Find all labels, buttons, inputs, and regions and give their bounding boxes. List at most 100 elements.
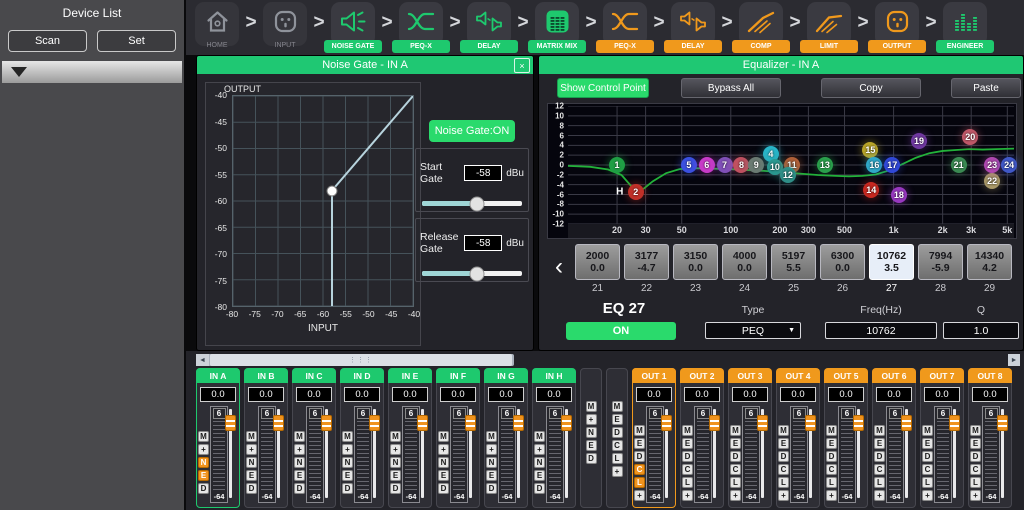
- channel-button-plus[interactable]: +: [438, 444, 449, 455]
- channel-button-m[interactable]: M: [438, 431, 449, 442]
- eq-control-point-24[interactable]: 24: [1001, 157, 1017, 173]
- channel-button-n[interactable]: N: [438, 457, 449, 468]
- close-icon[interactable]: ×: [514, 58, 530, 73]
- channel-button-e[interactable]: E: [198, 470, 209, 481]
- channel-button-m[interactable]: M: [586, 401, 597, 412]
- fader-handle[interactable]: [661, 415, 672, 431]
- channel-button-n[interactable]: N: [486, 457, 497, 468]
- fader-handle[interactable]: [757, 415, 768, 431]
- start-gate-value[interactable]: -58: [464, 165, 502, 181]
- slider-handle[interactable]: [470, 196, 485, 211]
- eq-control-point-2[interactable]: 2: [628, 184, 644, 200]
- channel-button-m[interactable]: M: [874, 425, 885, 436]
- eq-band-cell-28[interactable]: 7994-5.9: [918, 244, 963, 280]
- channel-button-plus[interactable]: +: [634, 490, 645, 501]
- device-dropdown[interactable]: [2, 61, 182, 83]
- eq-band-cell-29[interactable]: 143404.2: [967, 244, 1012, 280]
- eq-band-cell-24[interactable]: 40000.0: [722, 244, 767, 280]
- gain-value[interactable]: 0.0: [780, 387, 816, 402]
- channel-strip-in-d[interactable]: IN D0.0M+NED6-64: [340, 368, 384, 508]
- channel-button-plus[interactable]: +: [874, 490, 885, 501]
- channel-strip-in-f[interactable]: IN F0.0M+NED6-64: [436, 368, 480, 508]
- fader-handle[interactable]: [321, 415, 332, 431]
- channel-button-c[interactable]: C: [682, 464, 693, 475]
- channel-button-plus[interactable]: +: [198, 444, 209, 455]
- gate-threshold-handle[interactable]: [327, 185, 338, 196]
- channel-button-plus[interactable]: +: [246, 444, 257, 455]
- channel-button-d[interactable]: D: [682, 451, 693, 462]
- copy-button[interactable]: Copy: [821, 78, 921, 98]
- gain-value[interactable]: 0.0: [200, 387, 236, 402]
- channel-button-d[interactable]: D: [198, 483, 209, 494]
- gain-value[interactable]: 0.0: [876, 387, 912, 402]
- channel-label[interactable]: IN C: [292, 368, 336, 383]
- release-gate-slider[interactable]: [422, 271, 522, 276]
- channel-label[interactable]: IN B: [244, 368, 288, 383]
- channel-button-e[interactable]: E: [612, 414, 623, 425]
- freq-input[interactable]: 10762: [825, 322, 937, 339]
- gain-value[interactable]: 0.0: [972, 387, 1008, 402]
- eq-control-point-8[interactable]: 8: [733, 157, 749, 173]
- eq-band-cell-27[interactable]: 107623.5: [869, 244, 914, 280]
- scroll-right-icon[interactable]: ►: [1008, 354, 1020, 366]
- toolbar-item-limit[interactable]: LIMIT: [806, 0, 852, 55]
- channel-button-e[interactable]: E: [874, 438, 885, 449]
- eq-band-cell-25[interactable]: 51975.5: [771, 244, 816, 280]
- channel-button-m[interactable]: M: [778, 425, 789, 436]
- channel-button-d[interactable]: D: [390, 483, 401, 494]
- eq-control-point-16[interactable]: 16: [866, 157, 882, 173]
- channel-button-e[interactable]: E: [486, 470, 497, 481]
- channel-button-e[interactable]: E: [390, 470, 401, 481]
- channel-button-d[interactable]: D: [778, 451, 789, 462]
- channel-button-plus[interactable]: +: [586, 414, 597, 425]
- eq-control-point-15[interactable]: 15: [862, 142, 878, 158]
- channel-strip-in-b[interactable]: IN B0.0M+NED6-64: [244, 368, 288, 508]
- channel-strip-out-7[interactable]: OUT 70.0MEDCL+6-64: [920, 368, 964, 508]
- channel-button-plus[interactable]: +: [730, 490, 741, 501]
- channel-button-d[interactable]: D: [634, 451, 645, 462]
- channel-button-l[interactable]: L: [682, 477, 693, 488]
- show-control-point-button[interactable]: Show Control Point: [557, 78, 649, 98]
- toolbar-item-comp[interactable]: COMP: [738, 0, 784, 55]
- channel-button-l[interactable]: L: [730, 477, 741, 488]
- channel-button-c[interactable]: C: [778, 464, 789, 475]
- channel-button-d[interactable]: D: [874, 451, 885, 462]
- channel-strip-in-h[interactable]: IN H0.0M+NED6-64: [532, 368, 576, 508]
- channel-button-m[interactable]: M: [198, 431, 209, 442]
- channel-button-c[interactable]: C: [730, 464, 741, 475]
- channel-strip-in-e[interactable]: IN E0.0M+NED6-64: [388, 368, 432, 508]
- channel-button-n[interactable]: N: [342, 457, 353, 468]
- channel-button-e[interactable]: E: [730, 438, 741, 449]
- channel-button-l[interactable]: L: [874, 477, 885, 488]
- eq-control-point-20[interactable]: 20: [962, 129, 978, 145]
- fader-handle[interactable]: [417, 415, 428, 431]
- channel-button-e[interactable]: E: [682, 438, 693, 449]
- eq-control-point-23[interactable]: 23: [984, 157, 1000, 173]
- fader-handle[interactable]: [997, 415, 1008, 431]
- channel-strip-out-1[interactable]: OUT 10.0MEDCL+6-64: [632, 368, 676, 508]
- gain-value[interactable]: 0.0: [536, 387, 572, 402]
- channel-label[interactable]: OUT 5: [824, 368, 868, 383]
- bands-prev-button[interactable]: ‹: [549, 248, 569, 286]
- toolbar-item-home[interactable]: HOME: [194, 0, 240, 55]
- channel-button-m[interactable]: M: [246, 431, 257, 442]
- channel-button-plus[interactable]: +: [826, 490, 837, 501]
- channel-strip-in-c[interactable]: IN C0.0M+NED6-64: [292, 368, 336, 508]
- channel-strip-in-g[interactable]: IN G0.0M+NED6-64: [484, 368, 528, 508]
- channel-label[interactable]: OUT 8: [968, 368, 1012, 383]
- channel-label[interactable]: OUT 7: [920, 368, 964, 383]
- channel-button-c[interactable]: C: [922, 464, 933, 475]
- channel-button-m[interactable]: M: [730, 425, 741, 436]
- set-button[interactable]: Set: [97, 30, 176, 52]
- channel-label[interactable]: OUT 1: [632, 368, 676, 383]
- channel-button-m[interactable]: M: [682, 425, 693, 436]
- channel-button-e[interactable]: E: [342, 470, 353, 481]
- channel-button-e[interactable]: E: [922, 438, 933, 449]
- noise-gate-on-button[interactable]: Noise Gate:ON: [429, 120, 515, 142]
- channel-button-l[interactable]: L: [612, 453, 623, 464]
- fader-handle[interactable]: [561, 415, 572, 431]
- channel-button-plus[interactable]: +: [294, 444, 305, 455]
- channel-button-e[interactable]: E: [294, 470, 305, 481]
- toolbar-item-engineer[interactable]: ENGINEER: [942, 0, 988, 55]
- q-input[interactable]: 1.0: [943, 322, 1019, 339]
